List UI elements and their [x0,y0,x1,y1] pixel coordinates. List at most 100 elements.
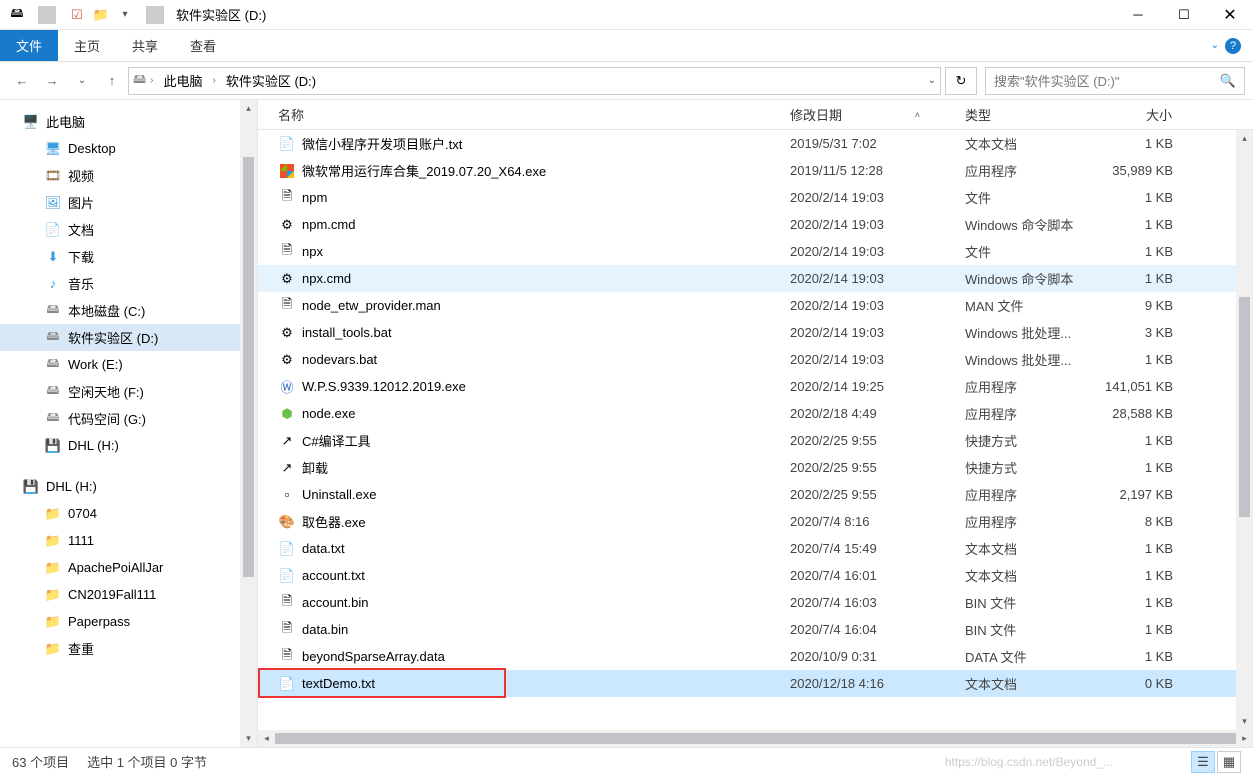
file-row[interactable]: 🎨取色器.exe2020/7/4 8:16应用程序8 KB [258,508,1253,535]
tree-node[interactable]: 🎞视频 [0,162,257,189]
tree-node[interactable]: 💾DHL (H:) [0,432,257,459]
file-row[interactable]: 🗎npm2020/2/14 19:03文件1 KB [258,184,1253,211]
explorer-body: 🖥️此电脑🖥Desktop🎞视频🖼图片📄文档⬇下载♪音乐🖴本地磁盘 (C:)🖴软… [0,100,1253,747]
tree-scrollbar[interactable]: ▴▾ [240,100,257,747]
file-row[interactable]: ↗C#编译工具2020/2/25 9:55快捷方式1 KB [258,427,1253,454]
tree-node[interactable]: 📁Paperpass [0,608,257,635]
qat-properties-icon[interactable]: ☑ [68,6,86,24]
file-row[interactable]: ⚙npx.cmd2020/2/14 19:03Windows 命令脚本1 KB [258,265,1253,292]
horizontal-scrollbar[interactable]: ◂ ▸ [258,730,1253,747]
scroll-thumb-h[interactable] [275,733,1236,744]
file-name: 微信小程序开发项目账户.txt [302,134,462,153]
tree-node[interactable]: 🖴空闲天地 (F:) [0,378,257,405]
file-row[interactable]: ⓌW.P.S.9339.12012.2019.exe2020/2/14 19:2… [258,373,1253,400]
qat-overflow-icon[interactable]: ▾ [116,6,134,24]
forward-button[interactable]: → [38,67,66,95]
file-icon [278,162,296,180]
search-input[interactable]: 搜索"软件实验区 (D:)" 🔍 [985,67,1245,95]
tree-node[interactable]: 💾DHL (H:) [0,473,257,500]
scroll-up-icon[interactable]: ▴ [240,100,257,117]
close-button[interactable]: ✕ [1207,0,1253,30]
up-button[interactable]: ↑ [98,67,126,95]
tree-node[interactable]: 🖴代码空间 (G:) [0,405,257,432]
status-bar: 63 个项目 选中 1 个项目 0 字节 https://blog.csdn.n… [0,747,1253,775]
tree-node[interactable]: 🖥️此电脑 [0,108,257,135]
file-row[interactable]: ↗卸载2020/2/25 9:55快捷方式1 KB [258,454,1253,481]
file-row[interactable]: ⬢node.exe2020/2/18 4:49应用程序28,588 KB [258,400,1253,427]
maximize-button[interactable]: ☐ [1161,0,1207,30]
scroll-left-icon[interactable]: ◂ [258,730,275,747]
help-icon[interactable]: ? [1225,38,1241,54]
tree-node[interactable]: 📁ApachePoiAllJar [0,554,257,581]
file-date: 2020/2/14 19:03 [778,298,953,313]
address-dropdown-icon[interactable]: ⌄ [928,75,936,86]
ribbon-expand-icon[interactable]: ⌄ [1211,40,1219,51]
qat-folder-icon[interactable]: 📁 [92,6,110,24]
file-row[interactable]: 微软常用运行库合集_2019.07.20_X64.exe2019/11/5 12… [258,157,1253,184]
tab-view[interactable]: 查看 [174,30,232,61]
tree-node[interactable]: 🖴本地磁盘 (C:) [0,297,257,324]
file-type: 文本文档 [953,539,1103,558]
address-bar[interactable]: 🖴 › 此电脑 › 软件实验区 (D:) ⌄ [128,67,941,95]
tree-node[interactable]: ⬇下载 [0,243,257,270]
file-row[interactable]: ⚙install_tools.bat2020/2/14 19:03Windows… [258,319,1253,346]
tab-file[interactable]: 文件 [0,30,58,61]
nav-tree[interactable]: 🖥️此电脑🖥Desktop🎞视频🖼图片📄文档⬇下载♪音乐🖴本地磁盘 (C:)🖴软… [0,100,258,747]
file-row[interactable]: 🗎node_etw_provider.man2020/2/14 19:03MAN… [258,292,1253,319]
tab-home[interactable]: 主页 [58,30,116,61]
tree-label: ApachePoiAllJar [68,560,163,575]
tree-node[interactable]: 🖼图片 [0,189,257,216]
file-list[interactable]: 📄微信小程序开发项目账户.txt2019/5/31 7:02文本文档1 KB微软… [258,130,1253,730]
view-details-button[interactable]: ☰ [1191,751,1215,773]
file-name: 卸载 [302,458,328,477]
scroll-up-icon[interactable]: ▴ [1236,130,1253,147]
file-size: 1 KB [1103,244,1203,259]
scroll-right-icon[interactable]: ▸ [1236,730,1253,747]
file-row[interactable]: 📄data.txt2020/7/4 15:49文本文档1 KB [258,535,1253,562]
file-row[interactable]: 📄textDemo.txt2020/12/18 4:16文本文档0 KB [258,670,1253,697]
file-name: install_tools.bat [302,325,392,340]
tree-node[interactable]: ♪音乐 [0,270,257,297]
file-icon: ⚙ [278,270,296,288]
view-thumbnails-button[interactable]: ▦ [1217,751,1241,773]
file-row[interactable]: 🗎account.bin2020/7/4 16:03BIN 文件1 KB [258,589,1253,616]
file-row[interactable]: 📄account.txt2020/7/4 16:01文本文档1 KB [258,562,1253,589]
tree-node[interactable] [0,459,257,473]
tree-node[interactable]: 🖥Desktop [0,135,257,162]
file-icon: ↗ [278,459,296,477]
tree-node[interactable]: 🖴软件实验区 (D:) [0,324,257,351]
scroll-thumb-v[interactable] [243,157,254,577]
file-row[interactable]: 📄微信小程序开发项目账户.txt2019/5/31 7:02文本文档1 KB [258,130,1253,157]
file-row[interactable]: ⚙nodevars.bat2020/2/14 19:03Windows 批处理.… [258,346,1253,373]
col-size[interactable]: 大小 [1103,100,1203,129]
tree-node[interactable]: 📁查重 [0,635,257,662]
scroll-down-icon[interactable]: ▾ [240,730,257,747]
file-icon: Ⓦ [278,378,296,396]
breadcrumb-pc[interactable]: 此电脑 [157,69,208,92]
back-button[interactable]: ← [8,67,36,95]
search-icon[interactable]: 🔍 [1220,73,1236,89]
file-row[interactable]: ⚙npm.cmd2020/2/14 19:03Windows 命令脚本1 KB [258,211,1253,238]
breadcrumb-location[interactable]: 软件实验区 (D:) [220,69,322,92]
history-dropdown[interactable]: ⌄ [68,67,96,95]
minimize-button[interactable]: ─ [1115,0,1161,30]
col-type[interactable]: 类型 [953,100,1103,129]
col-date[interactable]: 修改日期˄ [778,100,953,129]
file-row[interactable]: 🗎data.bin2020/7/4 16:04BIN 文件1 KB [258,616,1253,643]
tree-node[interactable]: 🖴Work (E:) [0,351,257,378]
scroll-down-icon[interactable]: ▾ [1236,713,1253,730]
file-row[interactable]: 🗎beyondSparseArray.data2020/10/9 0:31DAT… [258,643,1253,670]
tree-node[interactable]: 📁0704 [0,500,257,527]
filelist-scrollbar[interactable]: ▴▾ [1236,130,1253,730]
file-type: 文件 [953,242,1103,261]
file-row[interactable]: 🗎npx2020/2/14 19:03文件1 KB [258,238,1253,265]
col-name[interactable]: 名称 [258,100,778,129]
tree-node[interactable]: 📁CN2019Fall111 [0,581,257,608]
tree-icon: 🖴 [44,329,62,347]
tree-node[interactable]: 📄文档 [0,216,257,243]
tree-node[interactable]: 📁1111 [0,527,257,554]
refresh-button[interactable]: ↻ [945,67,977,95]
tab-share[interactable]: 共享 [116,30,174,61]
file-row[interactable]: ▫Uninstall.exe2020/2/25 9:55应用程序2,197 KB [258,481,1253,508]
scroll-thumb-v[interactable] [1239,297,1250,517]
